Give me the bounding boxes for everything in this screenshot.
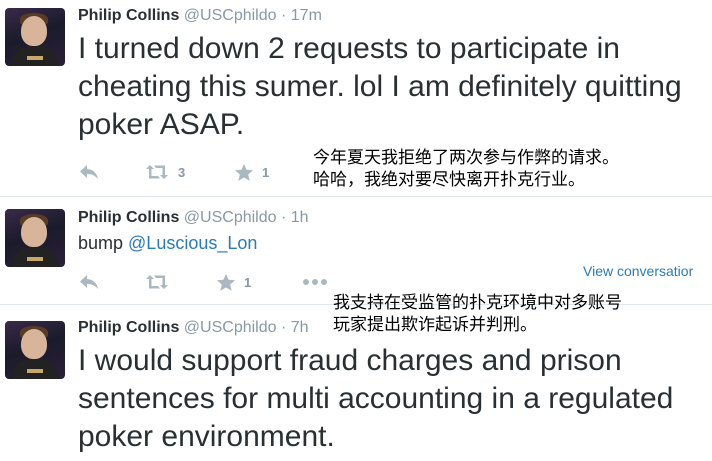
favorite-button[interactable]: 1 [234, 160, 269, 184]
tweet-actions: 1 [78, 270, 378, 294]
translation-caption: 今年夏天我拒绝了两次参与作弊的请求。 哈哈，我绝对要尽快离开扑克行业。 [313, 147, 619, 191]
tweet-text: I turned down 2 requests to participate … [78, 32, 682, 141]
reply-button[interactable] [78, 270, 100, 294]
retweet-button[interactable] [144, 270, 170, 294]
favorite-count: 1 [262, 164, 270, 180]
tweet-2[interactable]: Philip Collins @USCphildo · 1h bump @Lus… [0, 197, 712, 335]
avatar[interactable] [5, 8, 65, 66]
timestamp[interactable]: 17m [291, 7, 322, 24]
author-name[interactable]: Philip Collins [78, 7, 179, 24]
retweet-count: 3 [178, 164, 186, 180]
more-icon [303, 279, 327, 285]
favorite-icon [217, 273, 235, 291]
mention-link[interactable]: @Luscious_Lon [128, 233, 257, 253]
translation-caption-line: 我支持在受监管的扑克环境中对多账号 [333, 293, 622, 313]
favorite-button[interactable]: 1 [216, 270, 251, 294]
reply-icon [80, 165, 98, 179]
tweet-text: bump @Luscious_Lon [78, 233, 257, 254]
tweet-text: I would support fraud charges and prison… [78, 344, 674, 453]
translation-caption: 我支持在受监管的扑克环境中对多账号 玩家提出欺诈起诉并判刑。 [333, 292, 622, 336]
favorite-count: 1 [244, 274, 252, 290]
reply-icon [80, 275, 98, 289]
timestamp-separator: · [280, 319, 287, 336]
translation-caption-line: 哈哈，我绝对要尽快离开扑克行业。 [313, 170, 585, 190]
tweet-1[interactable]: Philip Collins @USCphildo · 17m I turned… [0, 0, 712, 196]
timestamp-separator: · [280, 209, 287, 226]
timestamp[interactable]: 1h [291, 209, 309, 226]
author-handle[interactable]: @USCphildo [184, 209, 277, 226]
author-name[interactable]: Philip Collins [78, 319, 179, 336]
favorite-icon [235, 163, 253, 181]
timestamp[interactable]: 7h [291, 319, 309, 336]
avatar[interactable] [5, 321, 65, 379]
view-conversation-link[interactable]: View conversatior [583, 263, 693, 279]
avatar[interactable] [5, 209, 65, 267]
author-name[interactable]: Philip Collins [78, 209, 179, 226]
retweet-button[interactable]: 3 [144, 160, 185, 184]
translation-caption-line: 玩家提出欺诈起诉并判刑。 [333, 315, 537, 335]
tweet-text-prefix: bump [78, 233, 129, 253]
translation-caption-line: 今年夏天我拒绝了两次参与作弊的请求。 [313, 148, 619, 168]
tweet-header: Philip Collins @USCphildo · 7h [78, 319, 309, 337]
tweet-header: Philip Collins @USCphildo · 1h [78, 209, 309, 227]
retweet-icon [146, 165, 168, 179]
author-handle[interactable]: @USCphildo [184, 319, 277, 336]
timestamp-separator: · [280, 7, 287, 24]
tweet-header: Philip Collins @USCphildo · 17m [78, 7, 322, 25]
retweet-icon [146, 275, 168, 289]
more-button[interactable] [302, 270, 328, 294]
author-handle[interactable]: @USCphildo [184, 7, 277, 24]
reply-button[interactable] [78, 160, 100, 184]
